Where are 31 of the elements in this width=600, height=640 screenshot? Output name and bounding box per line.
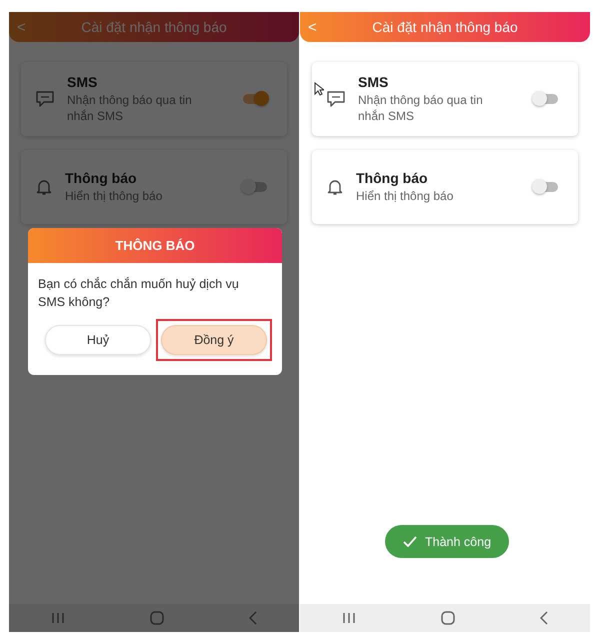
setting-description: Nhận thông báo qua tin nhắn SMS — [67, 92, 193, 124]
setting-title: SMS — [67, 74, 98, 90]
toggle-switch[interactable] — [534, 94, 558, 104]
home-icon[interactable] — [150, 611, 164, 625]
recent-apps-icon[interactable] — [342, 612, 356, 624]
setting-description: Hiển thị thông báo — [65, 188, 164, 204]
home-icon[interactable] — [440, 611, 455, 625]
recent-apps-icon[interactable] — [51, 612, 66, 624]
toggle-switch[interactable] — [243, 182, 267, 192]
cancel-button[interactable]: Huỷ — [45, 325, 151, 355]
setting-description: Nhận thông báo qua tin nhắn SMS — [358, 92, 484, 124]
setting-title: Thông báo — [65, 170, 138, 186]
setting-description: Hiển thị thông báo — [356, 188, 454, 204]
screen-title: Cài đặt nhận thông báo — [372, 19, 518, 35]
screen-title: Cài đặt nhận thông báo — [81, 19, 227, 35]
back-icon[interactable] — [248, 611, 257, 625]
setting-title: Thông báo — [356, 170, 429, 186]
confirm-button[interactable]: Đồng ý — [161, 325, 267, 355]
dialog-message: Bạn có chắc chắn muốn huỷ dịch vụ SMS không? — [37, 276, 240, 311]
message-icon — [35, 90, 55, 108]
dialog-title: THÔNG BÁO — [28, 228, 282, 263]
check-icon — [403, 536, 417, 547]
cursor-icon — [314, 82, 324, 96]
bell-icon — [35, 178, 53, 196]
bell-icon — [326, 178, 344, 196]
toast-text: Thành công — [425, 534, 492, 548]
message-icon — [326, 90, 346, 108]
back-icon[interactable] — [540, 611, 548, 625]
toggle-switch[interactable] — [243, 94, 267, 104]
setting-title: SMS — [358, 74, 390, 90]
toggle-switch[interactable] — [534, 182, 558, 192]
